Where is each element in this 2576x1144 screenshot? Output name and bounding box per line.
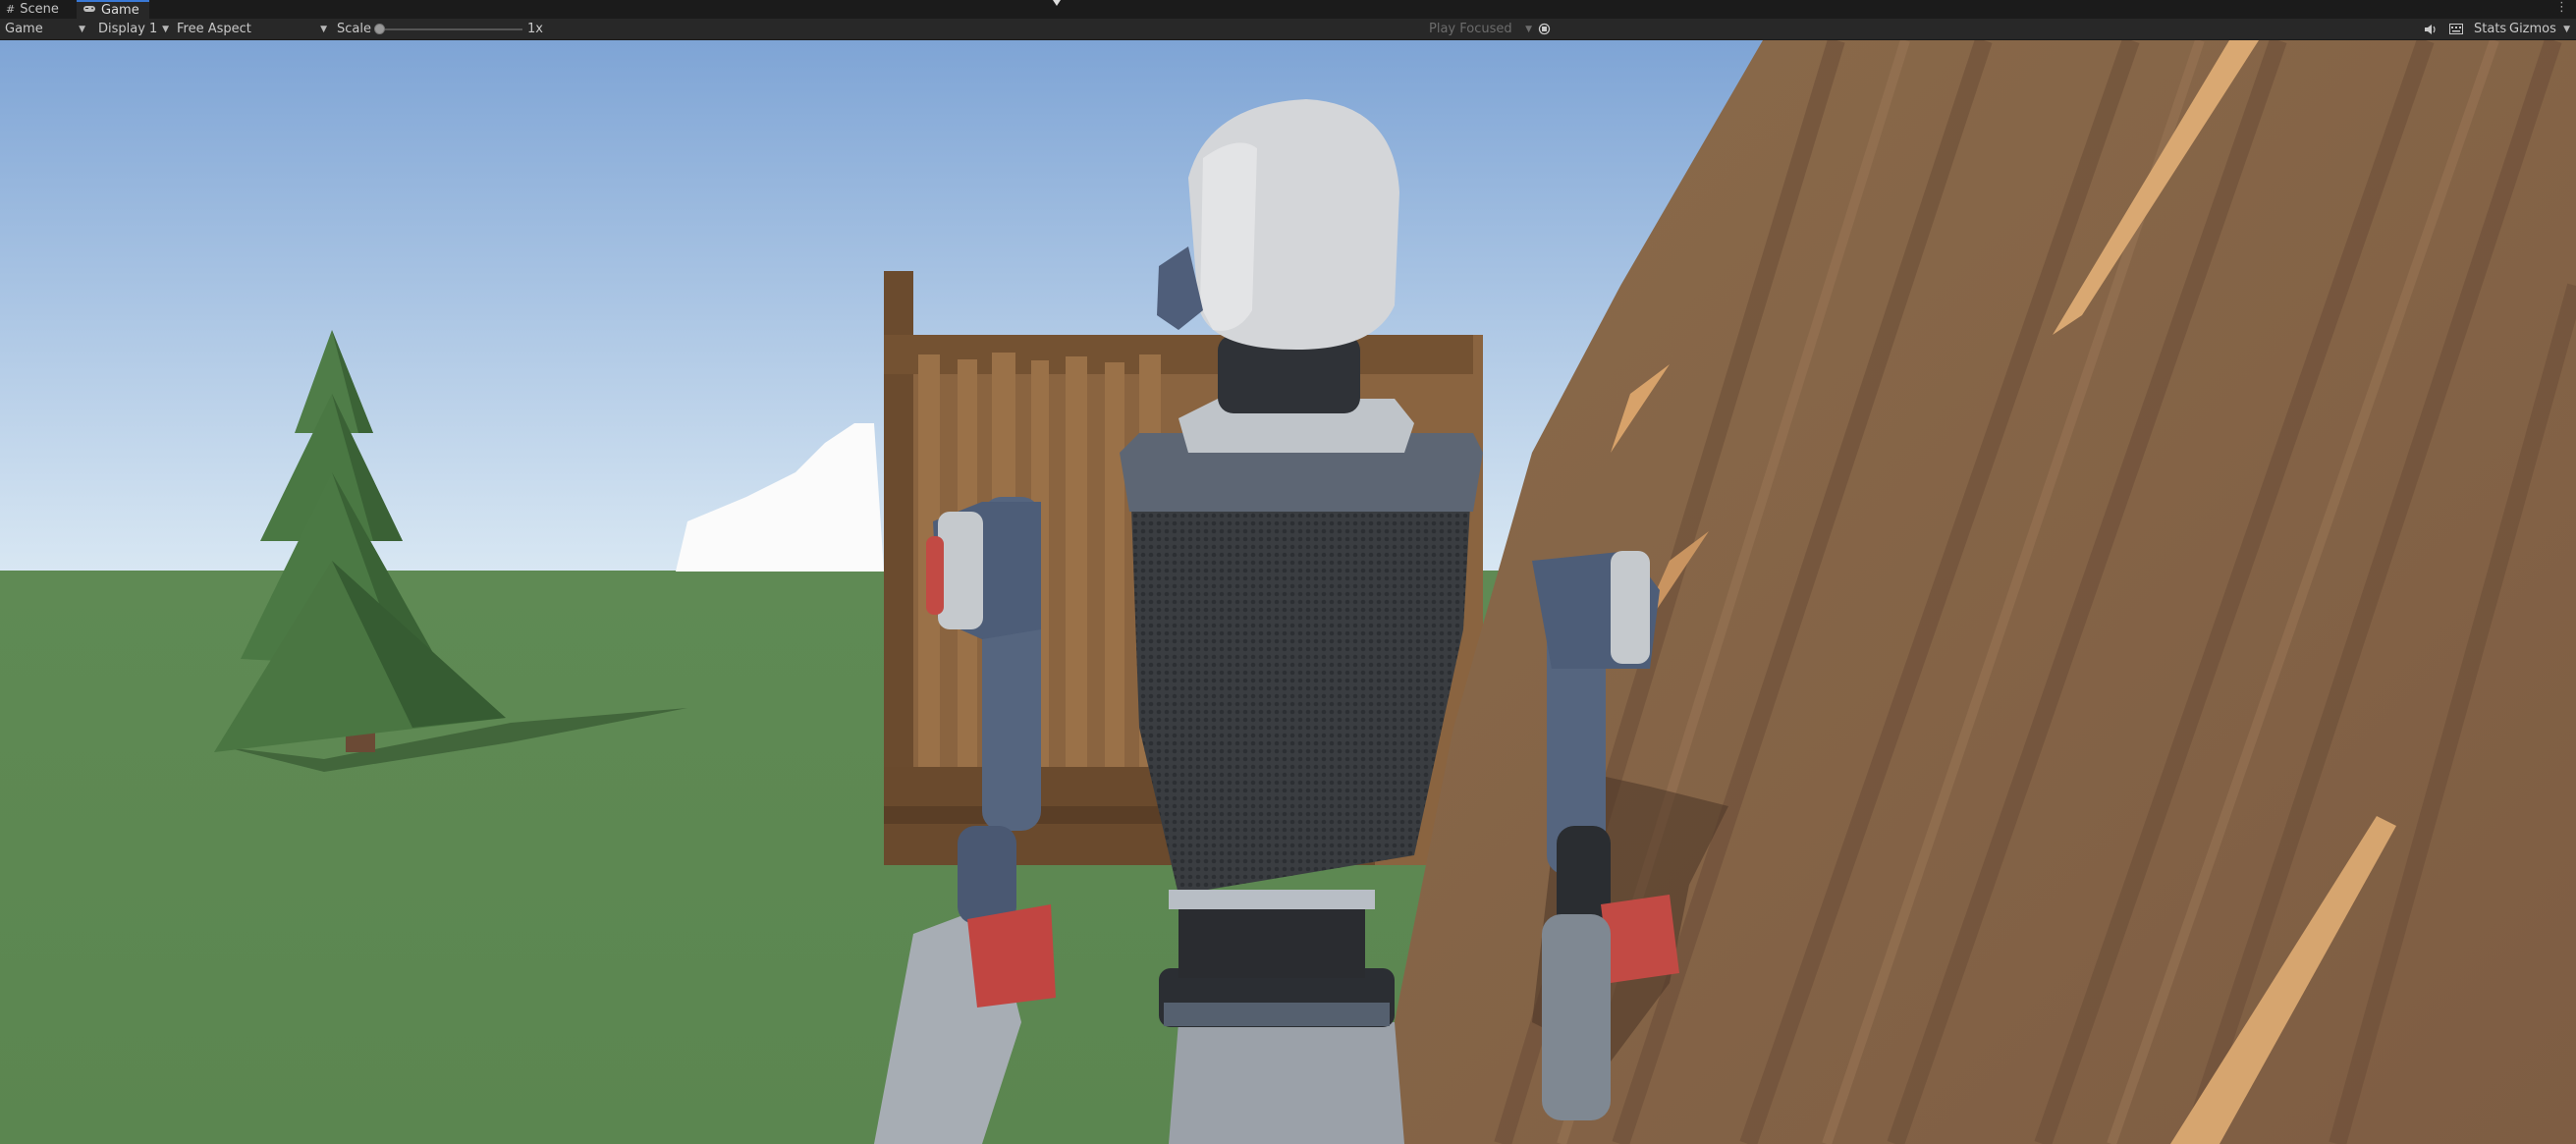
tab-game[interactable]: Game — [77, 0, 149, 19]
view-select-value: Game — [5, 22, 43, 36]
display-select[interactable]: Display 1 ▼ — [98, 19, 169, 39]
stats-button[interactable]: Stats — [2474, 19, 2506, 39]
hash-grid-icon: # — [6, 3, 16, 16]
tab-game-label: Game — [101, 3, 139, 18]
aspect-select-value: Free Aspect — [177, 22, 251, 36]
aspect-select[interactable]: Free Aspect ▼ — [177, 19, 327, 39]
scale-value: 1x — [527, 22, 543, 36]
gizmos-button[interactable]: Gizmos ▼ — [2509, 19, 2570, 39]
game-viewport[interactable] — [0, 40, 2576, 1144]
scale-slider-handle[interactable] — [374, 24, 385, 34]
keyboard-icon[interactable] — [2449, 19, 2463, 39]
chevron-down-icon: ▼ — [320, 24, 327, 34]
play-mode-value: Play Focused — [1429, 22, 1512, 36]
view-select[interactable]: Game ▼ — [5, 19, 85, 39]
tab-scene-label: Scene — [20, 2, 59, 17]
chevron-down-icon: ▼ — [162, 24, 169, 34]
game-render — [0, 40, 2576, 1144]
speaker-icon[interactable] — [2424, 19, 2438, 39]
mouse-cursor-icon — [1053, 0, 1061, 6]
play-mode-select[interactable]: Play Focused ▼ — [1429, 19, 1532, 39]
scale-label: Scale — [337, 22, 371, 36]
scale-slider-track[interactable] — [379, 28, 522, 30]
chevron-down-icon: ▼ — [79, 24, 85, 34]
game-view-toolbar: Game ▼ Display 1 ▼ Free Aspect ▼ Scale 1… — [0, 19, 2576, 40]
tab-scene[interactable]: # Scene — [0, 0, 75, 19]
chevron-down-icon: ▼ — [2563, 24, 2570, 34]
chevron-down-icon: ▼ — [1525, 24, 1532, 34]
display-select-value: Display 1 — [98, 22, 158, 36]
gamepad-icon — [82, 4, 96, 17]
more-vertical-icon[interactable]: ⋮ — [2555, 0, 2568, 15]
gizmos-label: Gizmos — [2509, 22, 2556, 36]
window-tab-bar: # Scene Game ⋮ — [0, 0, 2576, 20]
vsync-icon[interactable] — [1538, 19, 1551, 39]
